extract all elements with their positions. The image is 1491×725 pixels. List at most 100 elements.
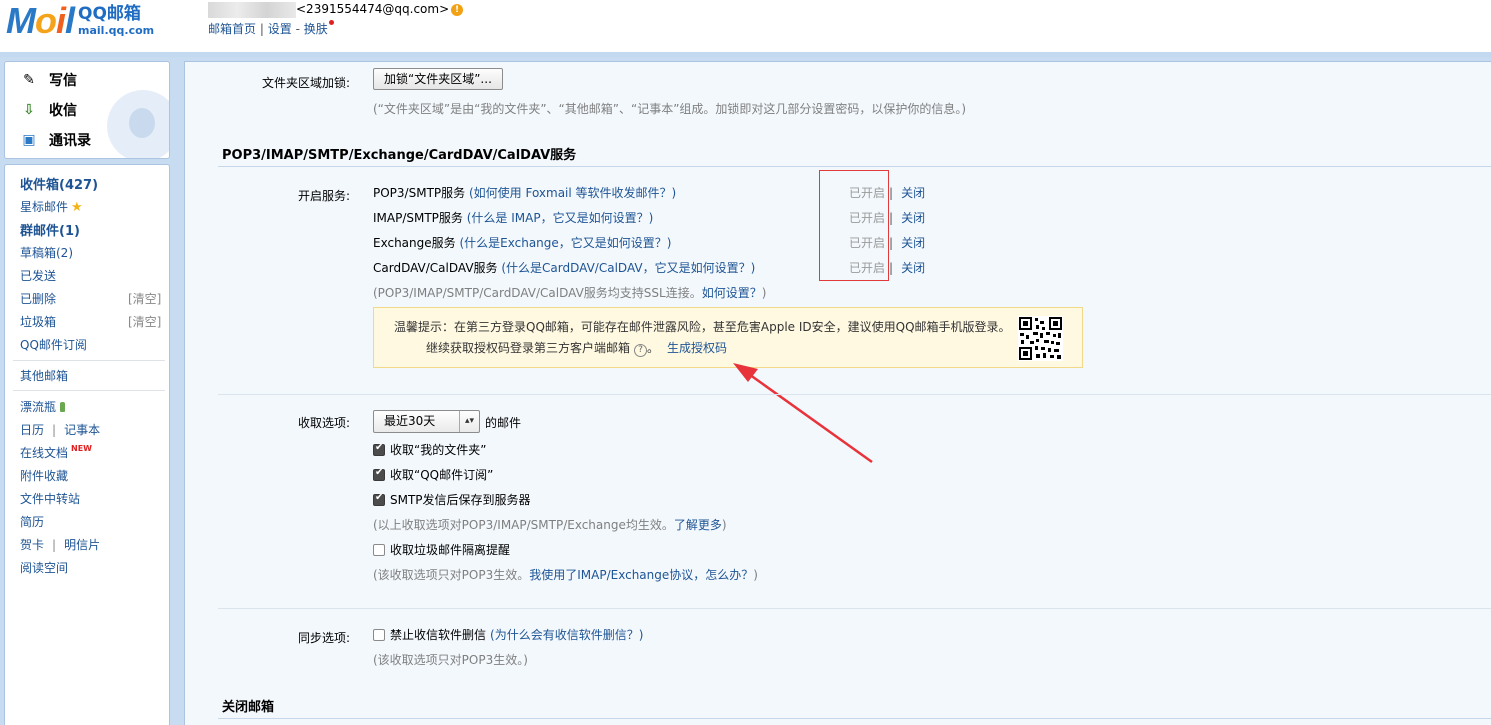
folder-starred-label: 星标邮件	[20, 200, 69, 214]
option-subscriptions[interactable]: 收取“QQ邮件订阅”	[373, 466, 493, 483]
receive-range-value: 最近30天	[384, 414, 436, 428]
app-online-docs[interactable]: 在线文档 NEW	[20, 444, 92, 461]
learn-more-link[interactable]: 了解更多	[674, 518, 722, 532]
checkbox-smtp-save[interactable]	[373, 492, 385, 506]
service-help-link[interactable]: (什么是CardDAV/CalDAV，它又是如何设置？)	[501, 261, 755, 275]
tip-auth-text: 继续获取授权码登录第三方客户端邮箱	[426, 341, 631, 355]
qq-mail-logo[interactable]: Moil QQ邮箱 mail.qq.com	[6, 2, 154, 40]
folder-subscriptions[interactable]: QQ邮件订阅	[20, 336, 87, 353]
online-docs-label: 在线文档	[20, 446, 69, 460]
option-label: 收取“我的文件夹”	[390, 443, 487, 457]
ssl-hint-text: (POP3/IMAP/SMTP/CardDAV/CalDAV服务均支持SSL连接…	[373, 286, 702, 300]
folder-lock-label: 文件夹区域加锁:	[261, 76, 350, 90]
clear-deleted-button[interactable]: [清空]	[128, 290, 161, 307]
receive-range-select[interactable]: 最近30天 ▴▾	[373, 410, 480, 433]
notify-dot-icon	[328, 20, 334, 25]
option-no-delete[interactable]: 禁止收信软件删信 (为什么会有收信软件删信？)	[373, 626, 643, 643]
close-pop3-button[interactable]: 关闭	[901, 186, 925, 200]
app-notes[interactable]: 记事本	[64, 423, 100, 437]
service-help-link[interactable]: (什么是 IMAP，它又是如何设置？)	[467, 211, 654, 225]
close-exchange-button[interactable]: 关闭	[901, 236, 925, 250]
service-name: POP3/SMTP服务	[373, 186, 466, 200]
enable-services-label: 开启服务:	[297, 189, 350, 203]
top-header: Moil QQ邮箱 mail.qq.com <2391554474@qq.com…	[0, 0, 1491, 52]
option-spam-notice[interactable]: 收取垃圾邮件隔离提醒	[373, 541, 510, 558]
receive-hint-text: (以上收取选项对POP3/IMAP/SMTP/Exchange均生效。	[373, 518, 674, 532]
section-divider	[218, 166, 1491, 167]
close-imap-button[interactable]: 关闭	[901, 211, 925, 225]
app-reading-space[interactable]: 阅读空间	[20, 559, 68, 576]
checkbox-spam-notice[interactable]	[373, 543, 385, 556]
close-carddav-button[interactable]: 关闭	[901, 261, 925, 275]
clear-spam-button[interactable]: [清空]	[128, 313, 161, 330]
separator: |	[52, 423, 57, 437]
app-drift-bottle[interactable]: 漂流瓶	[20, 398, 66, 415]
folder-starred[interactable]: 星标邮件 ★	[20, 198, 83, 215]
service-pop3: POP3/SMTP服务 (如何使用 Foxmail 等软件收发邮件？)	[373, 184, 676, 201]
logo-mark: Moil	[6, 0, 75, 41]
folder-sent[interactable]: 已发送	[20, 267, 56, 284]
generate-auth-code-link[interactable]: 生成授权码	[667, 341, 727, 355]
folder-lock-button[interactable]: 加锁“文件夹区域”...	[373, 68, 503, 90]
app-resume[interactable]: 简历	[20, 513, 44, 530]
service-exchange: Exchange服务 (什么是Exchange，它又是如何设置？)	[373, 234, 671, 251]
folder-deleted[interactable]: 已删除 [清空]	[20, 290, 168, 307]
ssl-howto-link[interactable]: 如何设置？	[702, 286, 762, 300]
drift-bottle-label: 漂流瓶	[20, 400, 57, 414]
checkbox-my-folders[interactable]	[373, 442, 385, 456]
compose-button[interactable]: ✎ 写信	[19, 70, 77, 90]
app-file-transfer[interactable]: 文件中转站	[20, 490, 80, 507]
mailbox-home-link[interactable]: 邮箱首页	[208, 22, 256, 36]
option-smtp-save[interactable]: SMTP发信后保存到服务器	[373, 491, 531, 508]
divider	[13, 390, 165, 391]
skin-link[interactable]: 换肤	[304, 22, 328, 36]
option-my-folders[interactable]: 收取“我的文件夹”	[373, 441, 486, 458]
section-services-title: POP3/IMAP/SMTP/Exchange/CardDAV/CalDAV服务	[222, 148, 577, 163]
settings-link[interactable]: 设置	[268, 22, 292, 36]
checkbox-no-delete[interactable]	[373, 628, 385, 641]
contacts-label: 通讯录	[49, 133, 91, 149]
section-divider	[218, 608, 1491, 609]
service-name: CardDAV/CalDAV服务	[373, 261, 498, 275]
separator: |	[889, 261, 894, 275]
app-calendar[interactable]: 日历	[20, 423, 44, 437]
folder-group[interactable]: 群邮件(1)	[20, 220, 80, 239]
imap-exchange-help-link[interactable]: 我使用了IMAP/Exchange协议，怎么办？	[529, 568, 753, 582]
folder-drafts[interactable]: 草稿箱(2)	[20, 244, 73, 261]
compose-label: 写信	[49, 73, 77, 89]
contacts-button[interactable]: ▣ 通讯录	[19, 130, 91, 150]
folder-spam[interactable]: 垃圾箱 [清空]	[20, 313, 168, 330]
separator: |	[52, 538, 57, 552]
ssl-hint: (POP3/IMAP/SMTP/CardDAV/CalDAV服务均支持SSL连接…	[373, 284, 766, 301]
bottle-icon	[60, 402, 66, 412]
service-name: IMAP/SMTP服务	[373, 211, 463, 225]
folder-other-mailbox[interactable]: 其他邮箱	[20, 367, 68, 384]
app-postcard[interactable]: 明信片	[64, 538, 100, 552]
folder-spam-label: 垃圾箱	[20, 315, 57, 329]
separator: -	[295, 22, 300, 36]
receive-button[interactable]: ⇩ 收信	[19, 100, 77, 120]
sync-options-label: 同步选项:	[297, 631, 350, 645]
service-help-link[interactable]: (如何使用 Foxmail 等软件收发邮件？)	[469, 186, 676, 200]
brand-name: QQ邮箱	[78, 4, 141, 24]
option-label: 收取垃圾邮件隔离提醒	[390, 543, 511, 557]
section-divider	[218, 718, 1491, 719]
top-links: 邮箱首页 | 设置 - 换肤	[208, 20, 334, 37]
quick-actions: ✎ 写信 ⇩ 收信 ▣ 通讯录	[4, 61, 170, 159]
checkbox-subscriptions[interactable]	[373, 467, 385, 481]
option-label: SMTP发信后保存到服务器	[390, 493, 531, 507]
warning-icon[interactable]: !	[451, 4, 463, 16]
option-label: 禁止收信软件删信	[390, 628, 487, 642]
separator: |	[889, 211, 894, 225]
folder-list: 收件箱(427) 星标邮件 ★ 群邮件(1) 草稿箱(2) 已发送 已删除 [清空]…	[4, 164, 170, 725]
why-delete-link[interactable]: (为什么会有收信软件删信？)	[490, 626, 643, 643]
new-badge: NEW	[71, 444, 92, 453]
help-question-icon[interactable]: ?	[634, 344, 648, 357]
folder-inbox[interactable]: 收件箱(427)	[20, 174, 98, 193]
app-card[interactable]: 贺卡	[20, 538, 44, 552]
receive-options-label: 收取选项:	[297, 416, 350, 430]
app-attachments[interactable]: 附件收藏	[20, 467, 68, 484]
spam-hint-text: (该收取选项只对POP3生效。	[373, 568, 530, 582]
service-help-link[interactable]: (什么是Exchange，它又是如何设置？)	[459, 236, 671, 250]
address-book-icon: ▣	[22, 132, 36, 148]
